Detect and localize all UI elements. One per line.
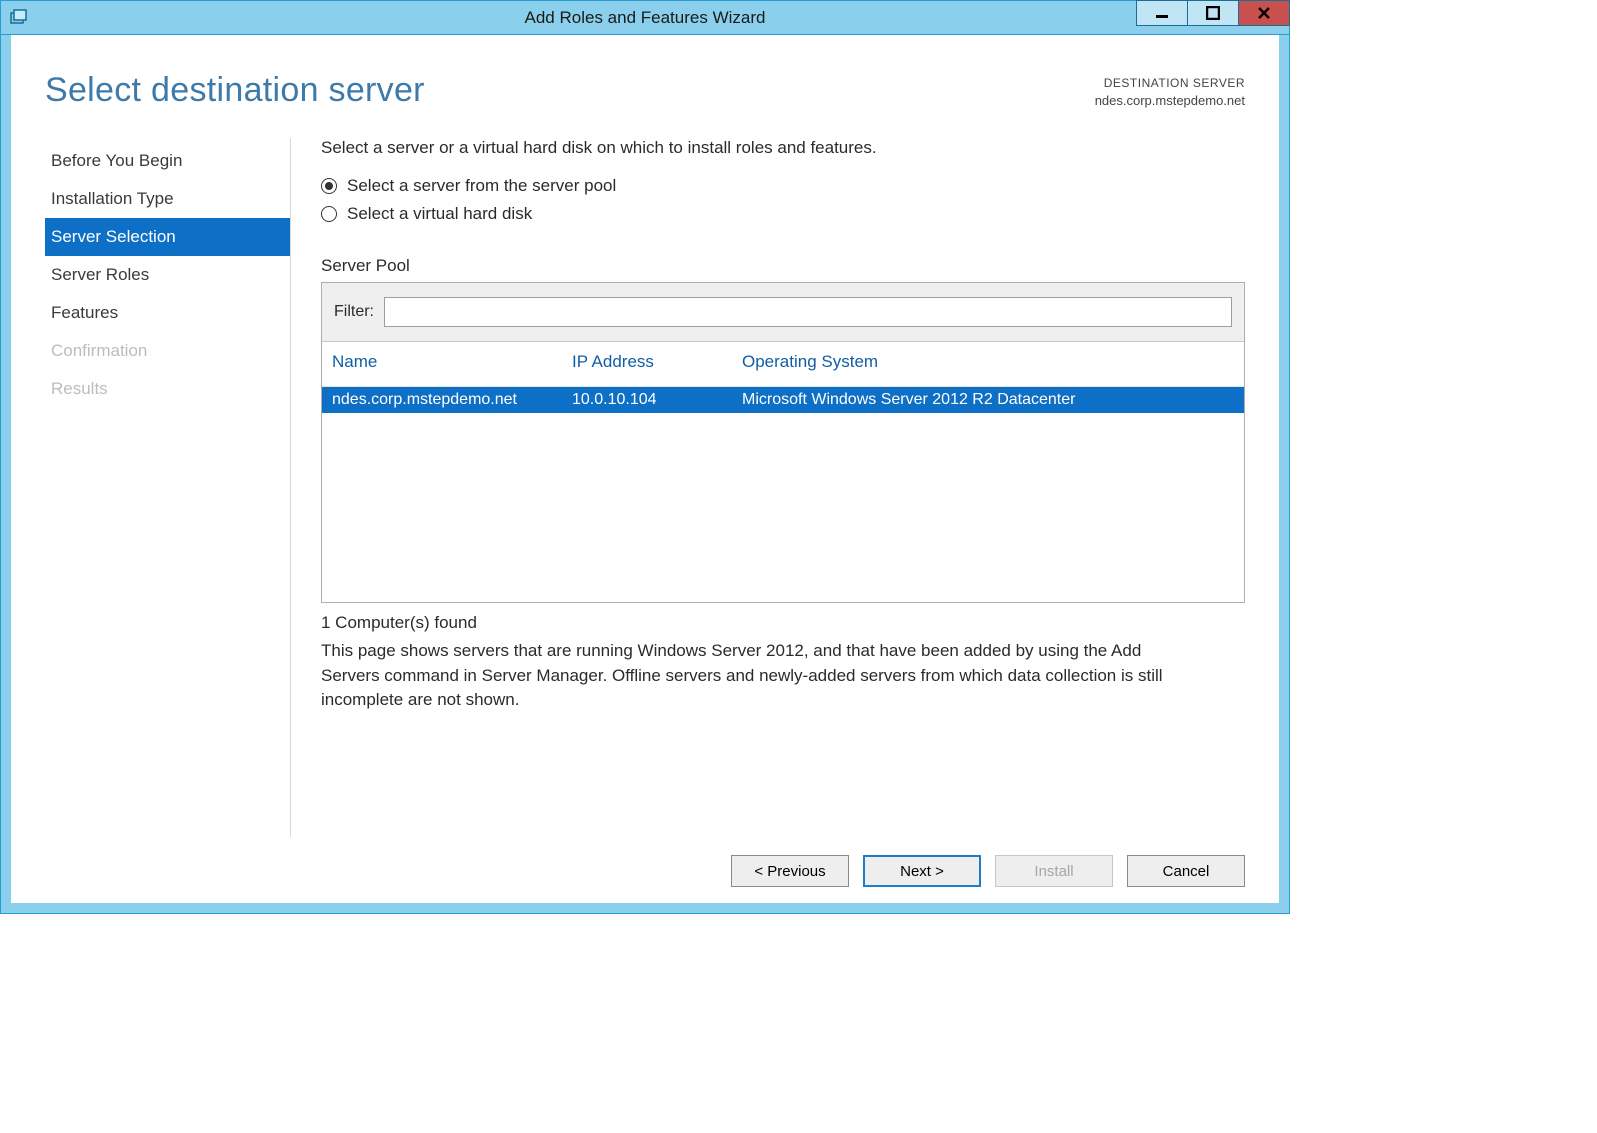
radio-icon (321, 206, 337, 222)
table-header: Name IP Address Operating System (322, 342, 1244, 387)
previous-button[interactable]: < Previous (731, 855, 849, 887)
radio-label: Select a virtual hard disk (347, 204, 532, 224)
col-header-name[interactable]: Name (332, 352, 572, 372)
header-row: Select destination server DESTINATION SE… (45, 71, 1245, 110)
step-server-selection[interactable]: Server Selection (45, 218, 290, 256)
radio-label: Select a server from the server pool (347, 176, 616, 196)
page-title: Select destination server (45, 71, 425, 110)
step-nav: Before You Begin Installation Type Serve… (45, 138, 291, 837)
server-table: Name IP Address Operating System ndes.co… (322, 342, 1244, 602)
cancel-button[interactable]: Cancel (1127, 855, 1245, 887)
col-header-ip[interactable]: IP Address (572, 352, 742, 372)
radio-virtual-hard-disk[interactable]: Select a virtual hard disk (321, 204, 1245, 224)
next-button[interactable]: Next > (863, 855, 981, 887)
wizard-window: Add Roles and Features Wizard Select des… (0, 0, 1290, 914)
close-button[interactable] (1238, 0, 1290, 26)
radio-icon (321, 178, 337, 194)
step-installation-type[interactable]: Installation Type (45, 180, 290, 218)
minimize-button[interactable] (1136, 0, 1188, 26)
step-features[interactable]: Features (45, 294, 290, 332)
found-count: 1 Computer(s) found (321, 613, 1245, 633)
destination-value: ndes.corp.mstepdemo.net (1095, 92, 1245, 110)
maximize-button[interactable] (1187, 0, 1239, 26)
content-area: Select destination server DESTINATION SE… (1, 35, 1289, 913)
step-confirmation: Confirmation (45, 332, 290, 370)
col-header-os[interactable]: Operating System (742, 352, 1234, 372)
step-results: Results (45, 370, 290, 408)
cell-name: ndes.corp.mstepdemo.net (332, 391, 572, 409)
table-row[interactable]: ndes.corp.mstepdemo.net 10.0.10.104 Micr… (322, 387, 1244, 413)
filter-label: Filter: (334, 303, 374, 321)
titlebar: Add Roles and Features Wizard (1, 1, 1289, 35)
destination-box: DESTINATION SERVER ndes.corp.mstepdemo.n… (1095, 75, 1245, 110)
main-panel: Select a server or a virtual hard disk o… (291, 138, 1245, 837)
install-button: Install (995, 855, 1113, 887)
filter-row: Filter: (322, 283, 1244, 342)
server-pool-box: Filter: Name IP Address Operating System… (321, 282, 1245, 603)
instruction-text: Select a server or a virtual hard disk o… (321, 138, 1245, 158)
radio-server-pool[interactable]: Select a server from the server pool (321, 176, 1245, 196)
server-pool-label: Server Pool (321, 256, 1245, 276)
app-icon (5, 4, 33, 32)
window-controls (1136, 1, 1289, 34)
footer-buttons: < Previous Next > Install Cancel (45, 837, 1245, 903)
wizard-body: Before You Begin Installation Type Serve… (45, 138, 1245, 837)
cell-ip: 10.0.10.104 (572, 391, 742, 409)
explain-text: This page shows servers that are running… (321, 639, 1201, 713)
step-before-you-begin[interactable]: Before You Begin (45, 142, 290, 180)
window-title: Add Roles and Features Wizard (1, 8, 1289, 28)
step-server-roles[interactable]: Server Roles (45, 256, 290, 294)
cell-os: Microsoft Windows Server 2012 R2 Datacen… (742, 391, 1234, 409)
destination-label: DESTINATION SERVER (1095, 75, 1245, 92)
filter-input[interactable] (384, 297, 1232, 327)
